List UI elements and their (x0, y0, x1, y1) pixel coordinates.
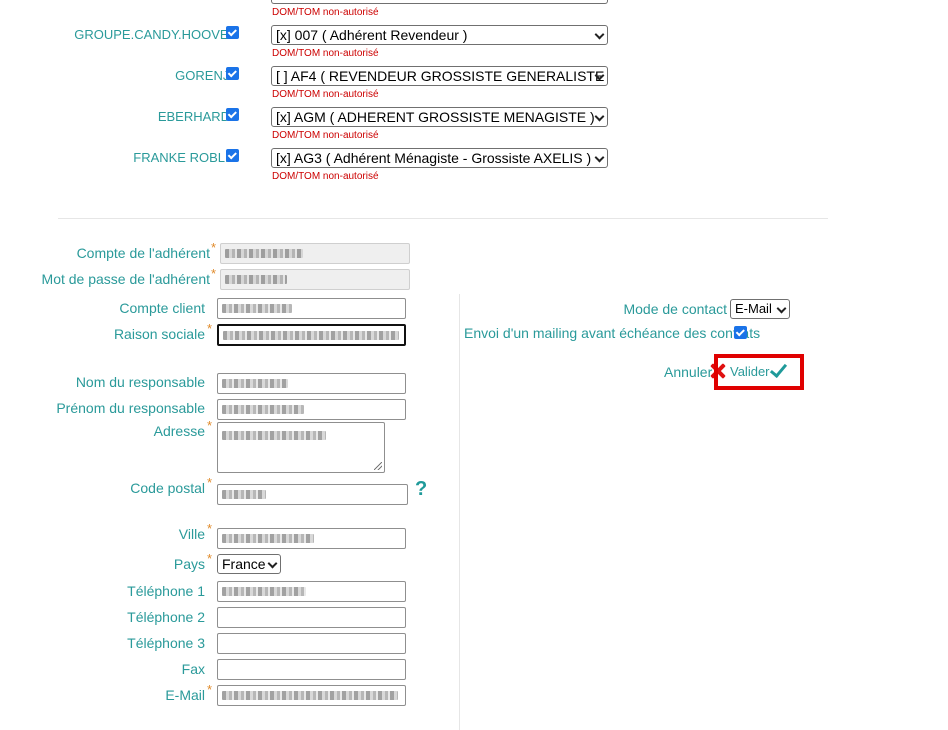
compte-adherent-label: Compte de l'adhérent (76, 245, 210, 261)
compte-client-field[interactable] (217, 298, 406, 319)
ville-field[interactable] (217, 528, 406, 549)
previous-brand-error: DOM/TOM non-autorisé (272, 7, 379, 18)
annuler-label[interactable]: Annuler (664, 364, 712, 380)
telephone3-field[interactable] (217, 633, 406, 654)
nom-responsable-field[interactable] (217, 373, 406, 394)
brand-label-franke-roblin: FRANKE ROBLIN (133, 150, 238, 165)
chevron-down-icon (594, 152, 605, 163)
code-postal-field[interactable] (217, 484, 408, 505)
required-mark: * (211, 266, 217, 281)
chevron-down-icon (776, 303, 787, 314)
mode-contact-value: E-Mail (735, 301, 772, 316)
brand-select-eberhardt[interactable]: [x] AGM ( ADHERENT GROSSISTE MENAGISTE ) (271, 107, 608, 127)
pays-select[interactable]: France (217, 554, 281, 574)
mot-de-passe-field (220, 269, 410, 290)
required-mark: * (207, 521, 213, 536)
redacted-value (225, 275, 287, 284)
brand-select-value: [x] AG3 ( Adhérent Ménagiste - Grossiste… (276, 150, 592, 166)
mot-de-passe-label: Mot de passe de l'adhérent (41, 271, 210, 287)
brand-select-gorenje[interactable]: [ ] AF4 ( REVENDEUR GROSSISTE GENERALIST… (271, 66, 608, 86)
chevron-down-icon (267, 558, 278, 569)
redacted-value (222, 379, 288, 388)
chevron-down-icon (594, 29, 605, 40)
chevron-down-icon (594, 111, 605, 122)
redacted-value (225, 249, 303, 258)
redacted-value (222, 691, 398, 700)
nom-responsable-label: Nom du responsable (75, 374, 205, 390)
brand-select-value: [ ] AF4 ( REVENDEUR GROSSISTE GENERALIST… (276, 68, 605, 84)
fax-label: Fax (181, 661, 205, 677)
adresse-label: Adresse (153, 423, 205, 439)
prenom-responsable-field[interactable] (217, 399, 406, 420)
brand-error-franke-roblin: DOM/TOM non-autorisé (272, 171, 379, 182)
brand-error-gorenje: DOM/TOM non-autorisé (272, 89, 379, 100)
telephone3-label: Téléphone 3 (127, 635, 205, 651)
pays-select-value: France (222, 556, 266, 572)
compte-adherent-field (220, 243, 410, 264)
telephone1-field[interactable] (217, 581, 406, 602)
required-mark: * (207, 418, 213, 433)
brand-label-groupe-candy-hoover: GROUPE.CANDY.HOOVER (74, 27, 238, 42)
column-divider (459, 294, 460, 730)
adresse-textarea[interactable] (217, 422, 385, 473)
brand-select-value: [x] 007 ( Adhérent Revendeur ) (276, 27, 468, 43)
valider-button[interactable]: Valider (730, 364, 770, 379)
resize-handle-icon[interactable] (374, 462, 382, 470)
brand-error-groupe-candy-hoover: DOM/TOM non-autorisé (272, 48, 379, 59)
brand-checkbox-franke-roblin[interactable] (226, 149, 239, 162)
required-mark: * (211, 240, 217, 255)
mailing-checkbox[interactable] (734, 326, 747, 339)
raison-sociale-label: Raison sociale (113, 326, 205, 342)
pays-label: Pays (173, 556, 205, 572)
telephone1-label: Téléphone 1 (127, 583, 205, 599)
section-divider (58, 218, 828, 219)
redacted-value (223, 331, 399, 340)
required-mark: * (207, 682, 213, 697)
brand-checkbox-gorenje[interactable] (226, 67, 239, 80)
code-postal-label: Code postal (130, 480, 205, 496)
raison-sociale-field[interactable] (217, 324, 406, 346)
required-mark: * (207, 321, 213, 336)
mode-contact-select[interactable]: E-Mail (730, 299, 790, 319)
email-field[interactable] (217, 685, 406, 706)
required-mark: * (207, 475, 213, 490)
mode-contact-label: Mode de contact (623, 301, 727, 317)
telephone2-field[interactable] (217, 607, 406, 628)
brand-error-eberhardt: DOM/TOM non-autorisé (272, 130, 379, 141)
help-icon[interactable]: ? (415, 478, 427, 501)
redacted-value (222, 587, 306, 596)
required-mark: * (207, 551, 213, 566)
ville-label: Ville (178, 526, 205, 542)
brand-select-value: [x] AGM ( ADHERENT GROSSISTE MENAGISTE ) (276, 109, 595, 125)
brand-checkbox-groupe-candy-hoover[interactable] (226, 26, 239, 39)
prenom-responsable-label: Prénom du responsable (56, 400, 205, 416)
redacted-value (222, 405, 304, 414)
email-label: E-Mail (165, 687, 205, 703)
brand-select-groupe-candy-hoover[interactable]: [x] 007 ( Adhérent Revendeur ) (271, 25, 608, 45)
brand-checkbox-eberhardt[interactable] (226, 108, 239, 121)
telephone2-label: Téléphone 2 (127, 609, 205, 625)
brand-select-franke-roblin[interactable]: [x] AG3 ( Adhérent Ménagiste - Grossiste… (271, 148, 608, 168)
previous-brand-select[interactable] (271, 0, 608, 4)
redacted-value (222, 490, 266, 499)
redacted-value (222, 431, 326, 440)
mailing-label: Envoi d'un mailing avant échéance des co… (464, 325, 761, 341)
compte-client-label: Compte client (119, 300, 205, 316)
fax-field[interactable] (217, 659, 406, 680)
redacted-value (222, 304, 292, 313)
redacted-value (222, 534, 314, 543)
